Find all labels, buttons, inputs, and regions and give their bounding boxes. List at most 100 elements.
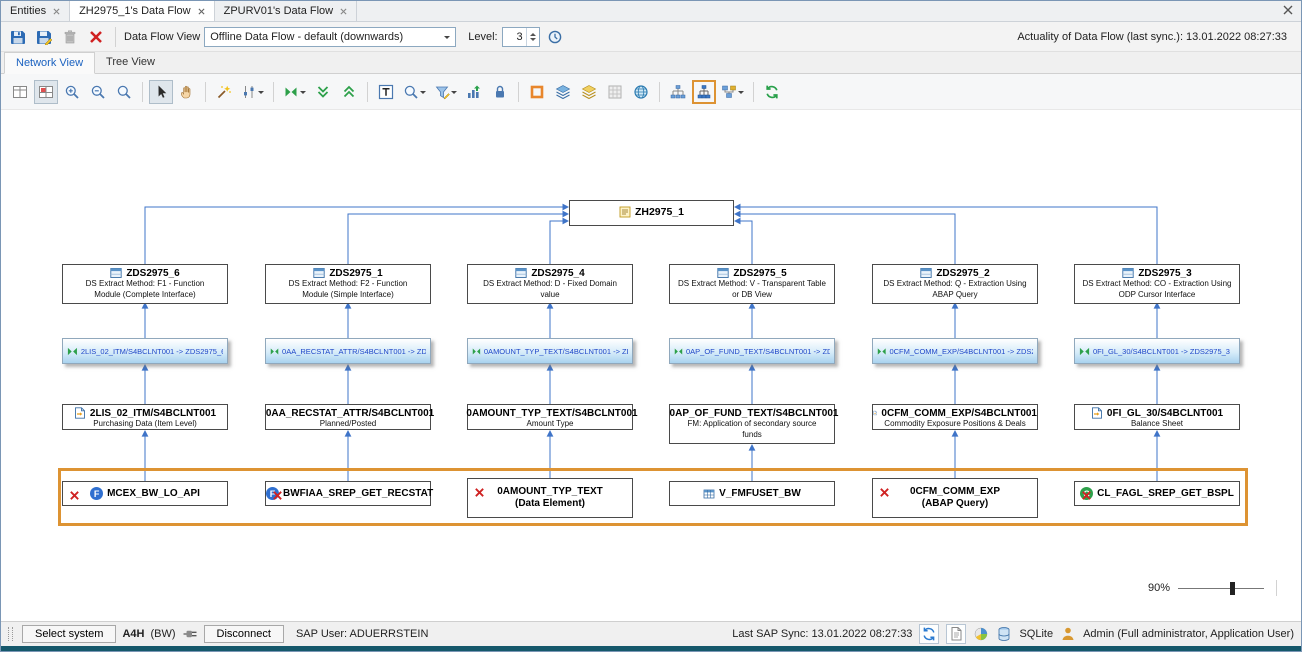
source-system-node[interactable]: 0CFM_COMM_EXP/S4BCLNT001Commodity Exposu…: [872, 404, 1038, 430]
zoom-slider-thumb[interactable]: [1230, 582, 1235, 595]
transformation-node[interactable]: 0AMOUNT_TYP_TEXT/S4BCLNT001 -> ZDS2975_4: [467, 338, 633, 364]
overview-grid-button[interactable]: [8, 80, 32, 104]
transformation-node[interactable]: 0AP_OF_FUND_TEXT/S4BCLNT001 -> ZDS2975_5: [669, 338, 835, 364]
transfer-label: 0AP_OF_FUND_TEXT/S4BCLNT001 -> ZDS2975_5: [686, 347, 830, 356]
level-stepper-arrows[interactable]: [526, 28, 539, 46]
transformation-node[interactable]: 2LIS_02_ITM/S4BCLNT001 -> ZDS2975_6: [62, 338, 228, 364]
org-layout-button[interactable]: [718, 80, 747, 104]
schedule-sync-button[interactable]: [544, 26, 566, 48]
source-system-node[interactable]: 0AMOUNT_TYP_TEXT/S4BCLNT001Amount Type: [467, 404, 633, 430]
lock-button[interactable]: [488, 80, 512, 104]
stepper-up-icon[interactable]: [530, 30, 536, 36]
tab-close-icon[interactable]: [340, 8, 347, 15]
dropdown-arrow-icon[interactable]: [420, 91, 426, 97]
sync-now-button[interactable]: [919, 624, 939, 644]
tab-network-view[interactable]: Network View: [4, 52, 95, 74]
data-flow-view-select[interactable]: Offline Data Flow - default (downwards): [204, 27, 456, 47]
pan-tool-button[interactable]: [175, 80, 199, 104]
extractor-node[interactable]: FMCEX_BW_LO_API: [62, 481, 228, 506]
zoom-fit-button[interactable]: [112, 80, 136, 104]
refresh-button[interactable]: [760, 80, 784, 104]
collapse-all-button[interactable]: [311, 80, 335, 104]
layers-back-button[interactable]: [577, 80, 601, 104]
extractor-node[interactable]: 0AMOUNT_TYP_TEXT(Data Element): [467, 478, 633, 518]
search-button[interactable]: [400, 80, 429, 104]
log-document-button[interactable]: [946, 624, 966, 644]
extractor-node[interactable]: FBWFIAA_SREP_GET_RECSTAT: [265, 481, 431, 506]
expand-all-button[interactable]: [337, 80, 361, 104]
dropdown-arrow-icon[interactable]: [300, 91, 306, 97]
export-graph-button[interactable]: [462, 80, 486, 104]
zoom-out-button[interactable]: [86, 80, 110, 104]
source-system-node[interactable]: 0AP_OF_FUND_TEXT/S4BCLNT001FM: Applicati…: [669, 404, 835, 444]
extractor-node[interactable]: CCL_FAGL_SREP_GET_BSPL: [1074, 481, 1240, 506]
datasource-node[interactable]: ZDS2975_1DS Extract Method: F2 - Functio…: [265, 264, 431, 304]
pointer-tool-button[interactable]: [149, 80, 173, 104]
pie-chart-icon[interactable]: [973, 626, 989, 642]
layers-front-button[interactable]: [551, 80, 575, 104]
select-system-button[interactable]: Select system: [22, 625, 116, 643]
user-label: Admin (Full administrator, Application U…: [1083, 628, 1294, 640]
stepper-down-icon[interactable]: [530, 38, 536, 44]
dropdown-arrow-icon[interactable]: [451, 91, 457, 97]
combo-dropdown-icon[interactable]: [439, 28, 455, 46]
web-view-button[interactable]: [629, 80, 653, 104]
tab-close-icon[interactable]: [53, 8, 60, 15]
zoom-slider[interactable]: [1178, 582, 1264, 595]
window-close-icon[interactable]: [1283, 5, 1293, 15]
delete-button[interactable]: [59, 26, 81, 48]
transformation-icon: [67, 346, 78, 357]
dropdown-arrow-icon[interactable]: [738, 91, 744, 97]
source-system-node[interactable]: 0AA_RECSTAT_ATTR/S4BCLNT001Planned/Poste…: [265, 404, 431, 430]
node-tools-button[interactable]: [238, 80, 267, 104]
source-system-node[interactable]: 0FI_GL_30/S4BCLNT001Balance Sheet: [1074, 404, 1240, 430]
hierarchic-layout-button[interactable]: [692, 80, 716, 104]
datasource-icon: [515, 267, 527, 279]
datasource-node[interactable]: ZDS2975_5DS Extract Method: V - Transpar…: [669, 264, 835, 304]
remove-data-flow-button[interactable]: [85, 26, 107, 48]
align-grid-button[interactable]: [603, 80, 627, 104]
tab-tree-view[interactable]: Tree View: [95, 52, 166, 73]
transformation-node[interactable]: 0AA_RECSTAT_ATTR/S4BCLNT001 -> ZDS2975_1: [265, 338, 431, 364]
trash-icon: [62, 29, 78, 45]
level-stepper[interactable]: 3: [502, 27, 540, 47]
datasource-node[interactable]: ZDS2975_3DS Extract Method: CO - Extract…: [1074, 264, 1240, 304]
document-tabbar: Entities ZH2975_1's Data Flow ZPURV01's …: [1, 1, 1301, 22]
tab-zh2975-1-data-flow[interactable]: ZH2975_1's Data Flow: [70, 1, 215, 21]
disconnect-button[interactable]: Disconnect: [204, 625, 284, 643]
extractor-node[interactable]: V_FMFUSET_BW: [669, 481, 835, 506]
source-system-node[interactable]: 2LIS_02_ITM/S4BCLNT001Purchasing Data (I…: [62, 404, 228, 430]
node-desc: DS Extract Method: Q - Extraction Using: [873, 279, 1037, 290]
save-icon: [10, 29, 26, 45]
save-as-button[interactable]: [33, 26, 55, 48]
tab-close-icon[interactable]: [198, 8, 205, 15]
magic-wand-button[interactable]: [212, 80, 236, 104]
scenario-node[interactable]: ZH2975_1: [569, 200, 734, 226]
extractor-node[interactable]: 0CFM_COMM_EXP(ABAP Query): [872, 478, 1038, 518]
datasource-node[interactable]: ZDS2975_4DS Extract Method: D - Fixed Do…: [467, 264, 633, 304]
datasource-icon: [920, 267, 932, 279]
navigate-button[interactable]: [280, 80, 309, 104]
transformation-node[interactable]: 0CFM_COMM_EXP/S4BCLNT001 -> ZDS2975_2: [872, 338, 1038, 364]
tab-entities[interactable]: Entities: [1, 1, 70, 21]
zoom-selection-button[interactable]: [34, 80, 58, 104]
extractor-subtitle: (Data Element): [515, 498, 585, 511]
filter-button[interactable]: [431, 80, 460, 104]
sap-user-text: SAP User: ADUERRSTEIN: [296, 628, 428, 640]
transformation-node[interactable]: 0FI_GL_30/S4BCLNT001 -> ZDS2975_3: [1074, 338, 1240, 364]
zoom-in-button[interactable]: [60, 80, 84, 104]
save-button[interactable]: [7, 26, 29, 48]
dropdown-arrow-icon[interactable]: [258, 91, 264, 97]
network-canvas[interactable]: ZH2975_1 ZDS2975_6DS Extract Method: F1 …: [1, 110, 1301, 621]
node-desc: Amount Type: [468, 419, 632, 430]
datasource-node[interactable]: ZDS2975_6DS Extract Method: F1 - Functio…: [62, 264, 228, 304]
text-tool-button[interactable]: [374, 80, 398, 104]
datasource-node[interactable]: ZDS2975_2DS Extract Method: Q - Extracti…: [872, 264, 1038, 304]
node-desc: DS Extract Method: V - Transparent Table: [670, 279, 834, 290]
tab-zpurv01-data-flow[interactable]: ZPURV01's Data Flow: [215, 1, 358, 21]
tree-layout-button[interactable]: [666, 80, 690, 104]
highlight-frame-button[interactable]: [525, 80, 549, 104]
node-title: 0AP_OF_FUND_TEXT/S4BCLNT001: [670, 408, 839, 419]
node-tools-icon: [241, 84, 257, 100]
tree-layout-icon: [670, 84, 686, 100]
